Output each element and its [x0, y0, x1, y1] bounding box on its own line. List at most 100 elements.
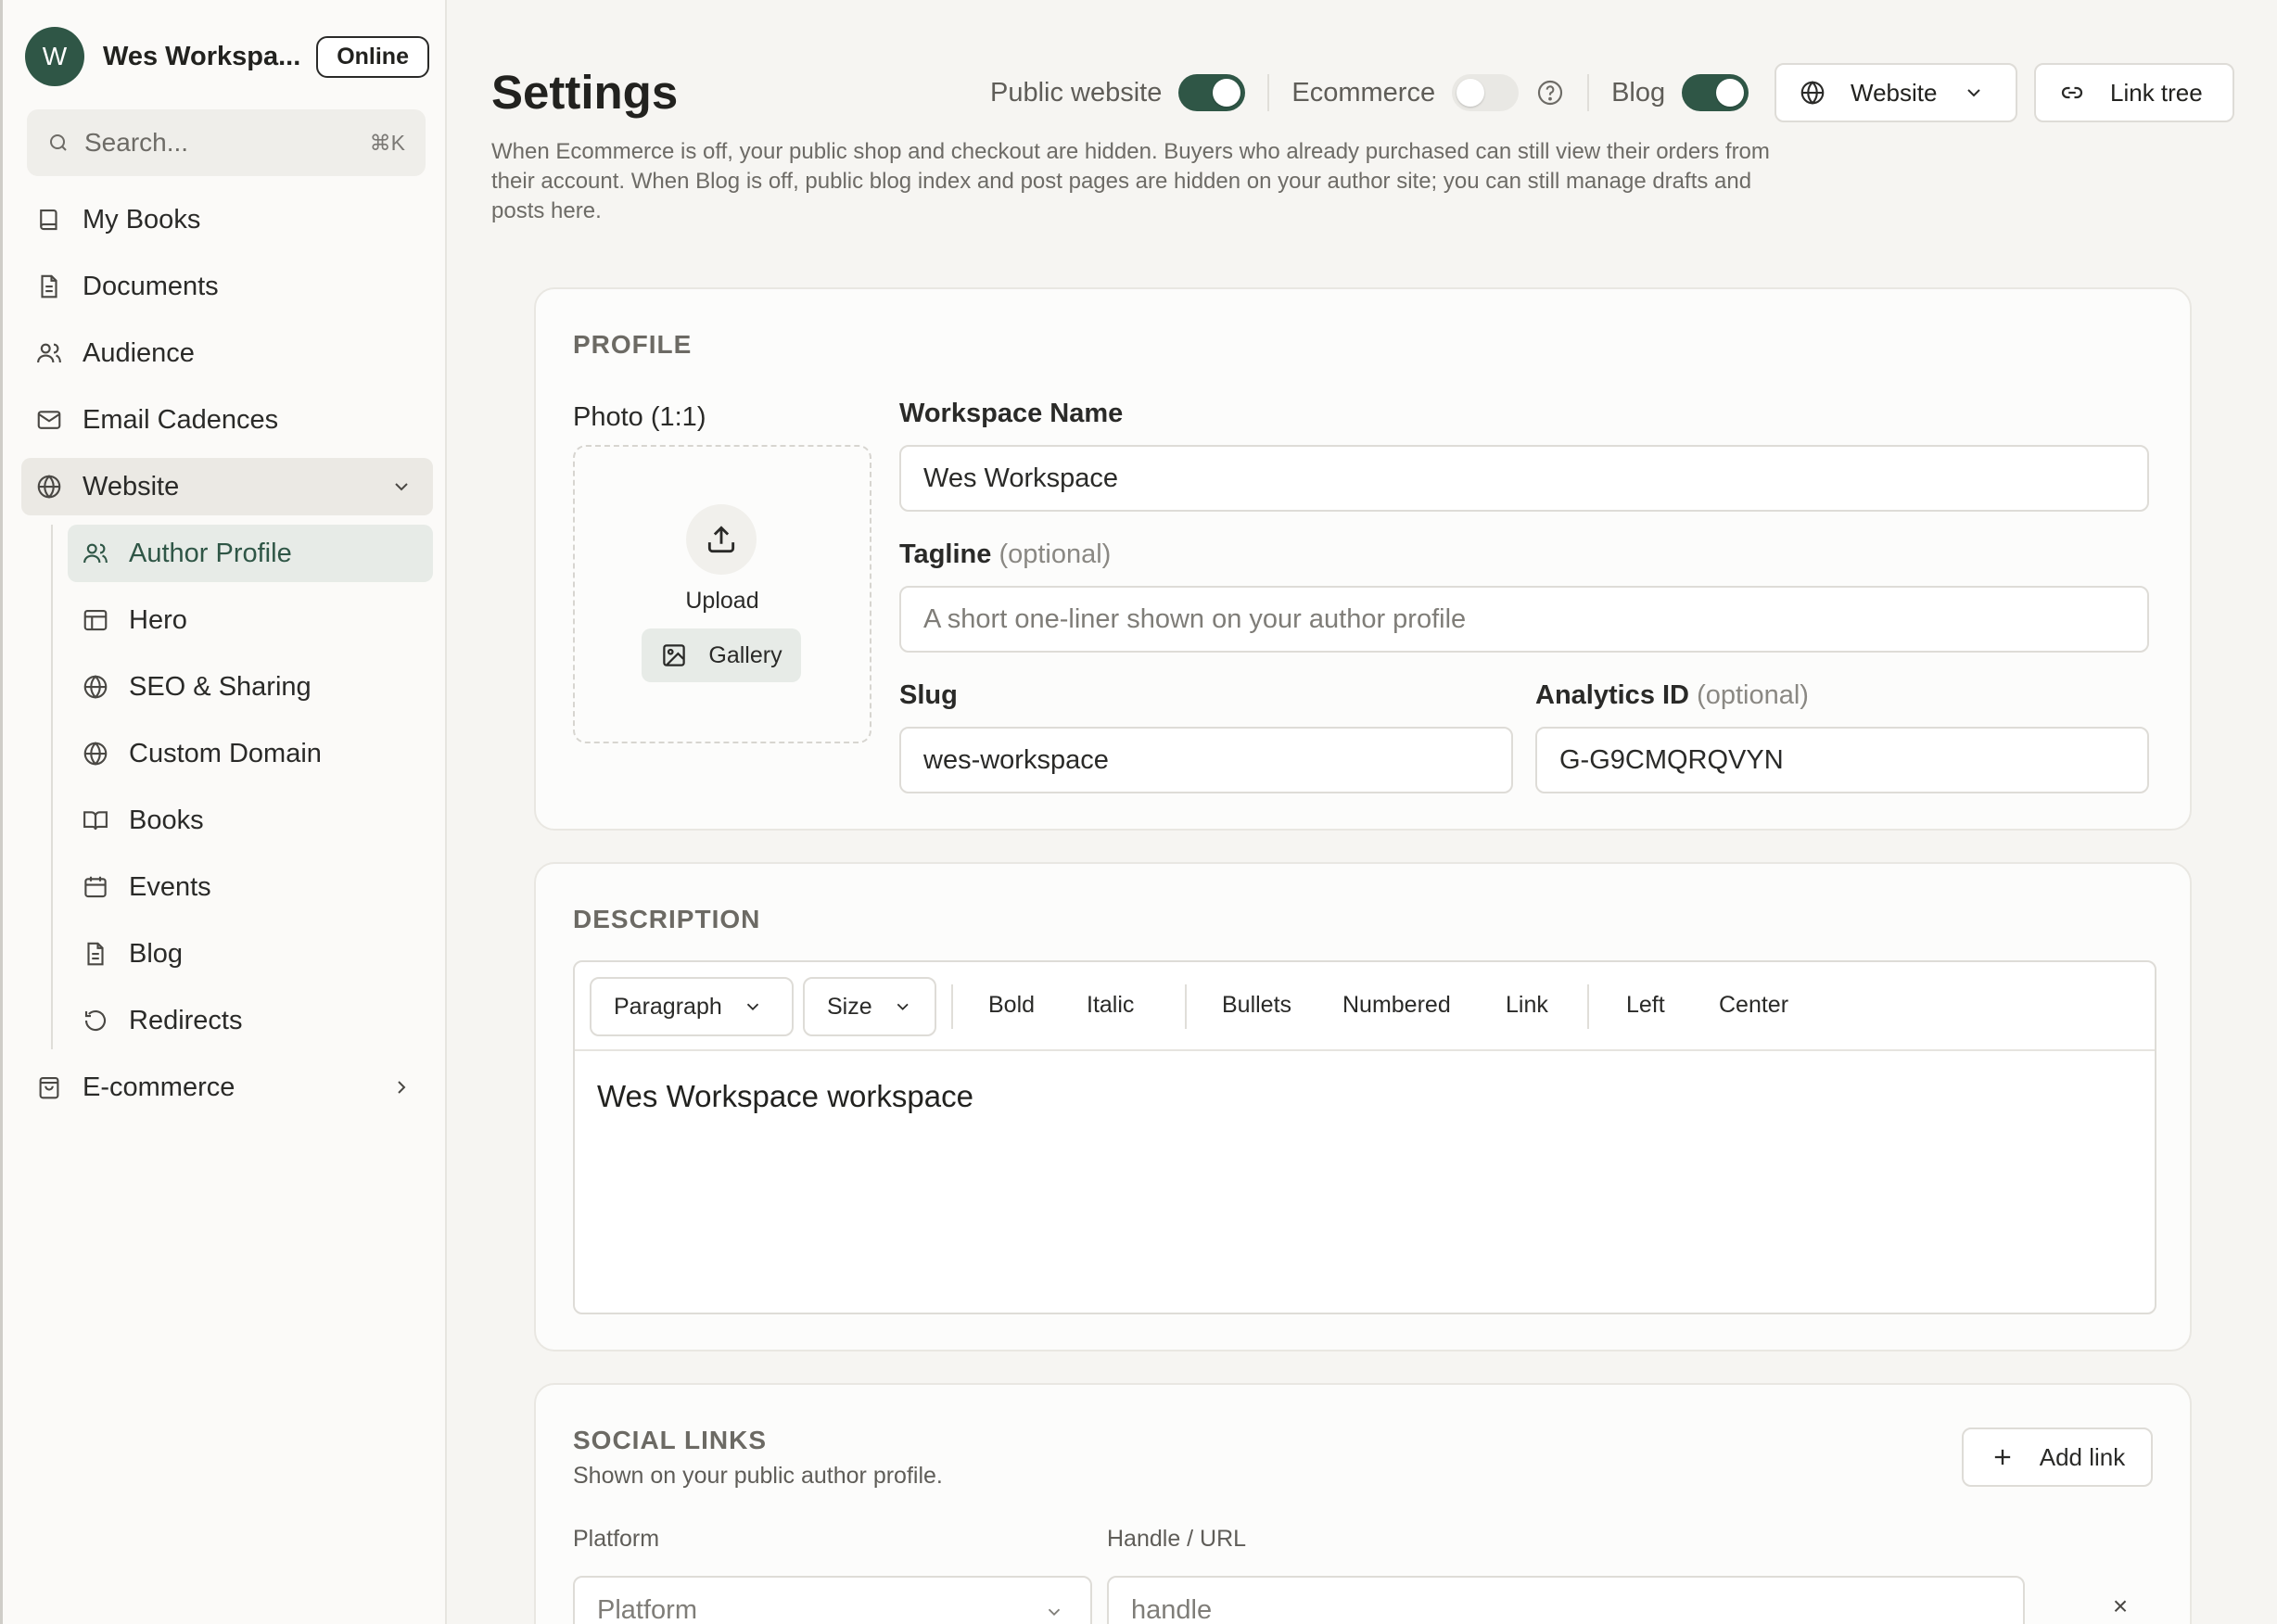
toolbar-divider	[951, 984, 953, 1029]
open-book-icon	[81, 806, 110, 835]
users-icon	[81, 539, 110, 568]
bullets-button[interactable]: Bullets	[1222, 992, 1291, 1019]
upload-label: Upload	[685, 588, 759, 614]
align-left-button[interactable]: Left	[1626, 992, 1665, 1019]
bold-button[interactable]: Bold	[988, 992, 1035, 1019]
chevron-down-icon	[746, 1003, 758, 1011]
gallery-button[interactable]: Gallery	[642, 628, 801, 682]
ecommerce-label: Ecommerce	[1291, 77, 1436, 108]
tagline-label: Tagline (optional)	[899, 539, 1111, 570]
sidebar-item-my-books[interactable]: My Books	[21, 191, 433, 248]
platform-select-value: Platform	[597, 1594, 697, 1624]
handle-placeholder: handle	[1131, 1594, 1213, 1624]
image-icon	[663, 644, 686, 666]
sidebar-item-website[interactable]: Website	[21, 458, 433, 515]
search-input[interactable]: Search...	[84, 128, 370, 158]
sidebar-item-audience[interactable]: Audience	[21, 324, 433, 382]
social-links-heading: SOCIAL LINKS	[573, 1426, 768, 1454]
link-tree-button[interactable]: Link tree	[2034, 63, 2234, 122]
public-website-toggle[interactable]	[1178, 74, 1246, 111]
divider	[1267, 74, 1270, 111]
tagline-input[interactable]	[899, 586, 2149, 653]
main-content: Settings Public website Ecommerce Blog W…	[447, 0, 2277, 1624]
sidebar-item-label: Blog	[129, 938, 184, 969]
avatar[interactable]: W	[25, 27, 84, 86]
online-status-badge[interactable]: Online	[316, 35, 429, 78]
tagline-label-text: Tagline	[899, 539, 992, 569]
globe-icon	[34, 472, 64, 501]
remove-link-button[interactable]: ×	[2106, 1592, 2134, 1620]
sidebar-item-blog[interactable]: Blog	[68, 925, 433, 983]
sidebar-item-label: Books	[129, 805, 204, 835]
add-link-button[interactable]: Add link	[1962, 1427, 2153, 1487]
chevron-right-icon[interactable]	[390, 1076, 413, 1098]
sidebar-item-label: Audience	[83, 337, 195, 368]
ecommerce-toggle[interactable]	[1452, 74, 1520, 111]
handle-input[interactable]: handle	[1107, 1576, 2025, 1624]
sidebar-item-label: Email Cadences	[83, 404, 279, 435]
sidebar-item-label: Hero	[129, 604, 187, 635]
page-title: Settings	[491, 66, 679, 119]
font-size-select[interactable]: Size	[803, 977, 936, 1036]
website-button-label: Website	[1851, 78, 1938, 107]
chevron-down-icon[interactable]	[390, 476, 413, 498]
globe-icon	[1799, 79, 1826, 107]
workspace-header[interactable]: W Wes Workspa... Online	[25, 26, 429, 87]
document-icon	[34, 272, 64, 301]
plus-icon	[1994, 1449, 2010, 1465]
sidebar-item-label: Redirects	[129, 1005, 243, 1035]
photo-dropzone[interactable]: Upload Gallery	[573, 445, 871, 743]
slug-input[interactable]	[899, 727, 1513, 793]
document-icon	[81, 939, 110, 969]
calendar-icon	[81, 872, 110, 902]
sidebar-item-documents[interactable]: Documents	[21, 258, 433, 315]
analytics-id-input[interactable]	[1535, 727, 2149, 793]
link-button[interactable]: Link	[1506, 992, 1548, 1019]
analytics-id-label: Analytics ID (optional)	[1535, 680, 1809, 711]
website-dropdown-button[interactable]: Website	[1775, 63, 2017, 122]
description-card: DESCRIPTION Paragraph Size Bold Italic B…	[534, 862, 2192, 1351]
upload-icon	[707, 526, 735, 553]
blog-toggle[interactable]	[1682, 74, 1749, 111]
layout-icon	[81, 605, 110, 635]
divider	[1587, 74, 1590, 111]
globe-icon	[81, 739, 110, 768]
workspace-name-label: Workspace Name	[899, 399, 1124, 428]
paragraph-style-select[interactable]: Paragraph	[590, 977, 794, 1036]
chevron-down-icon	[1967, 89, 1981, 97]
chevron-down-icon	[1048, 1608, 1061, 1617]
italic-button[interactable]: Italic	[1087, 992, 1134, 1019]
editor-content[interactable]: Wes Workspace workspace	[597, 1079, 973, 1114]
search-shortcut: ⌘K	[369, 130, 405, 155]
sidebar-item-author-profile[interactable]: Author Profile	[68, 525, 433, 582]
sidebar-item-e-commerce[interactable]: E-commerce	[21, 1059, 433, 1116]
handle-column-label: Handle / URL	[1107, 1526, 1247, 1552]
description-heading: DESCRIPTION	[573, 905, 761, 933]
sidebar-item-email-cadences[interactable]: Email Cadences	[21, 391, 433, 449]
sidebar-item-books[interactable]: Books	[68, 792, 433, 849]
toggle-hint-text: When Ecommerce is off, your public shop …	[491, 139, 1770, 223]
sidebar-item-custom-domain[interactable]: Custom Domain	[68, 725, 433, 782]
sidebar-item-label: Custom Domain	[129, 738, 322, 768]
search-box[interactable]: Search... ⌘K	[27, 109, 426, 176]
slug-label: Slug	[899, 680, 958, 710]
platform-select[interactable]: Platform	[573, 1576, 1092, 1624]
rich-text-editor: Paragraph Size Bold Italic Bullets Numbe…	[573, 960, 2156, 1314]
sidebar-item-seo-sharing[interactable]: SEO & Sharing	[68, 658, 433, 716]
sidebar-item-hero[interactable]: Hero	[68, 591, 433, 649]
profile-card: PROFILE Photo (1:1) Upload Gallery Works…	[534, 287, 2192, 831]
workspace-name[interactable]: Wes Workspa...	[103, 42, 316, 72]
numbered-button[interactable]: Numbered	[1342, 992, 1451, 1019]
sidebar-item-label: SEO & Sharing	[129, 671, 312, 702]
size-select-label: Size	[827, 993, 872, 1020]
sidebar-item-events[interactable]: Events	[68, 858, 433, 916]
workspace-name-input[interactable]	[899, 445, 2149, 512]
globe-icon	[81, 672, 110, 702]
paragraph-select-label: Paragraph	[614, 993, 722, 1020]
help-icon[interactable]	[1535, 78, 1565, 108]
toolbar-divider	[1587, 984, 1589, 1029]
sidebar-item-redirects[interactable]: Redirects	[68, 992, 433, 1049]
upload-button[interactable]	[686, 504, 757, 575]
sidebar-item-label: Documents	[83, 271, 219, 301]
align-center-button[interactable]: Center	[1719, 992, 1788, 1019]
